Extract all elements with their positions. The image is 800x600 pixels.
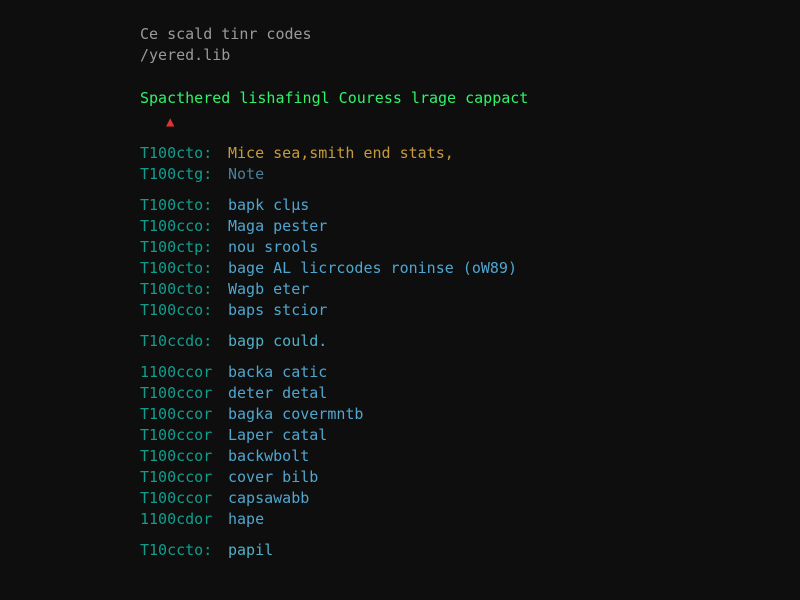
row-tag: T100ccor bbox=[140, 488, 228, 509]
row-value: Maga pester bbox=[228, 216, 327, 237]
row-value: capsawabb bbox=[228, 488, 309, 509]
row-tag: T100cto: bbox=[140, 279, 228, 300]
row-value: bage AL licrcodes roninse (oW89) bbox=[228, 258, 517, 279]
row-value: backwbolt bbox=[228, 446, 309, 467]
log-row: T10ccdo:bagp could. bbox=[140, 331, 800, 352]
row-tag: 1100cdor bbox=[140, 509, 228, 530]
log-row: T100ccorcover bilb bbox=[140, 467, 800, 488]
row-value: Wagb eter bbox=[228, 279, 309, 300]
row-value: deter detal bbox=[228, 383, 327, 404]
log-row: T100cto:Wagb eter bbox=[140, 279, 800, 300]
warning-row: ▲ bbox=[140, 111, 800, 133]
row-tag: T100ccor bbox=[140, 383, 228, 404]
row-value: nou srools bbox=[228, 237, 318, 258]
row-tag: T100cco: bbox=[140, 300, 228, 321]
row-tag: T100ccor bbox=[140, 404, 228, 425]
header-line-1: Ce scald tinr codes bbox=[140, 24, 800, 45]
log-group: T100cto:bapk clµsT100cco:Maga pesterT100… bbox=[140, 195, 800, 321]
row-value: backa catic bbox=[228, 362, 327, 383]
row-value: papil bbox=[228, 540, 273, 561]
row-value: Laper catal bbox=[228, 425, 327, 446]
row-tag: T100cco: bbox=[140, 216, 228, 237]
log-row: T100ccorcapsawabb bbox=[140, 488, 800, 509]
log-row: T100cco:Maga pester bbox=[140, 216, 800, 237]
row-tag: T100ccor bbox=[140, 446, 228, 467]
log-row: T100ccorbagka covermntb bbox=[140, 404, 800, 425]
row-tag: T100ccor bbox=[140, 467, 228, 488]
row-value: cover bilb bbox=[228, 467, 318, 488]
header-line-2: /yered.lib bbox=[140, 45, 800, 66]
row-value: hape bbox=[228, 509, 264, 530]
log-row: T100ccorbackwbolt bbox=[140, 446, 800, 467]
row-value: bagka covermntb bbox=[228, 404, 363, 425]
row-tag: T10ccdo: bbox=[140, 331, 228, 352]
row-tag: T100cto: bbox=[140, 195, 228, 216]
log-row: T100cto:bapk clµs bbox=[140, 195, 800, 216]
row-value: bapk clµs bbox=[228, 195, 309, 216]
log-row: T100cto:bage AL licrcodes roninse (oW89) bbox=[140, 258, 800, 279]
row-tag: T100ctp: bbox=[140, 237, 228, 258]
log-row: T100ctp:nou srools bbox=[140, 237, 800, 258]
log-group: T10ccto:papil bbox=[140, 540, 800, 561]
row-tag: T100cto: bbox=[140, 258, 228, 279]
log-row: T100ccordeter detal bbox=[140, 383, 800, 404]
log-row: T100cco:baps stcior bbox=[140, 300, 800, 321]
row-tag: T10ccto: bbox=[140, 540, 228, 561]
row-tag: T100cto: bbox=[140, 143, 228, 164]
row-tag: 1100ccor bbox=[140, 362, 228, 383]
row-value: baps stcior bbox=[228, 300, 327, 321]
log-group: T10ccdo:bagp could. bbox=[140, 331, 800, 352]
terminal-screen: Ce scald tinr codes /yered.lib Spacthere… bbox=[0, 0, 800, 600]
log-row: T100ccorLaper catal bbox=[140, 425, 800, 446]
log-row: T100cto:Mice sea,smith end stats, bbox=[140, 143, 800, 164]
row-tag: T100ctg: bbox=[140, 164, 228, 185]
log-row: 1100cdorhape bbox=[140, 509, 800, 530]
log-row: T10ccto:papil bbox=[140, 540, 800, 561]
section-title: Spacthered lishafingl Couress lrage capp… bbox=[140, 88, 800, 109]
log-group: 1100ccorbacka caticT100ccordeter detalT1… bbox=[140, 362, 800, 530]
log-listing: T100cto:Mice sea,smith end stats,T100ctg… bbox=[140, 143, 800, 561]
log-group: T100cto:Mice sea,smith end stats,T100ctg… bbox=[140, 143, 800, 185]
row-value: bagp could. bbox=[228, 331, 327, 352]
warning-icon: ▲ bbox=[166, 113, 174, 133]
log-row: T100ctg:Note bbox=[140, 164, 800, 185]
row-value: Mice sea,smith end stats, bbox=[228, 143, 454, 164]
row-value: Note bbox=[228, 164, 264, 185]
row-tag: T100ccor bbox=[140, 425, 228, 446]
log-row: 1100ccorbacka catic bbox=[140, 362, 800, 383]
